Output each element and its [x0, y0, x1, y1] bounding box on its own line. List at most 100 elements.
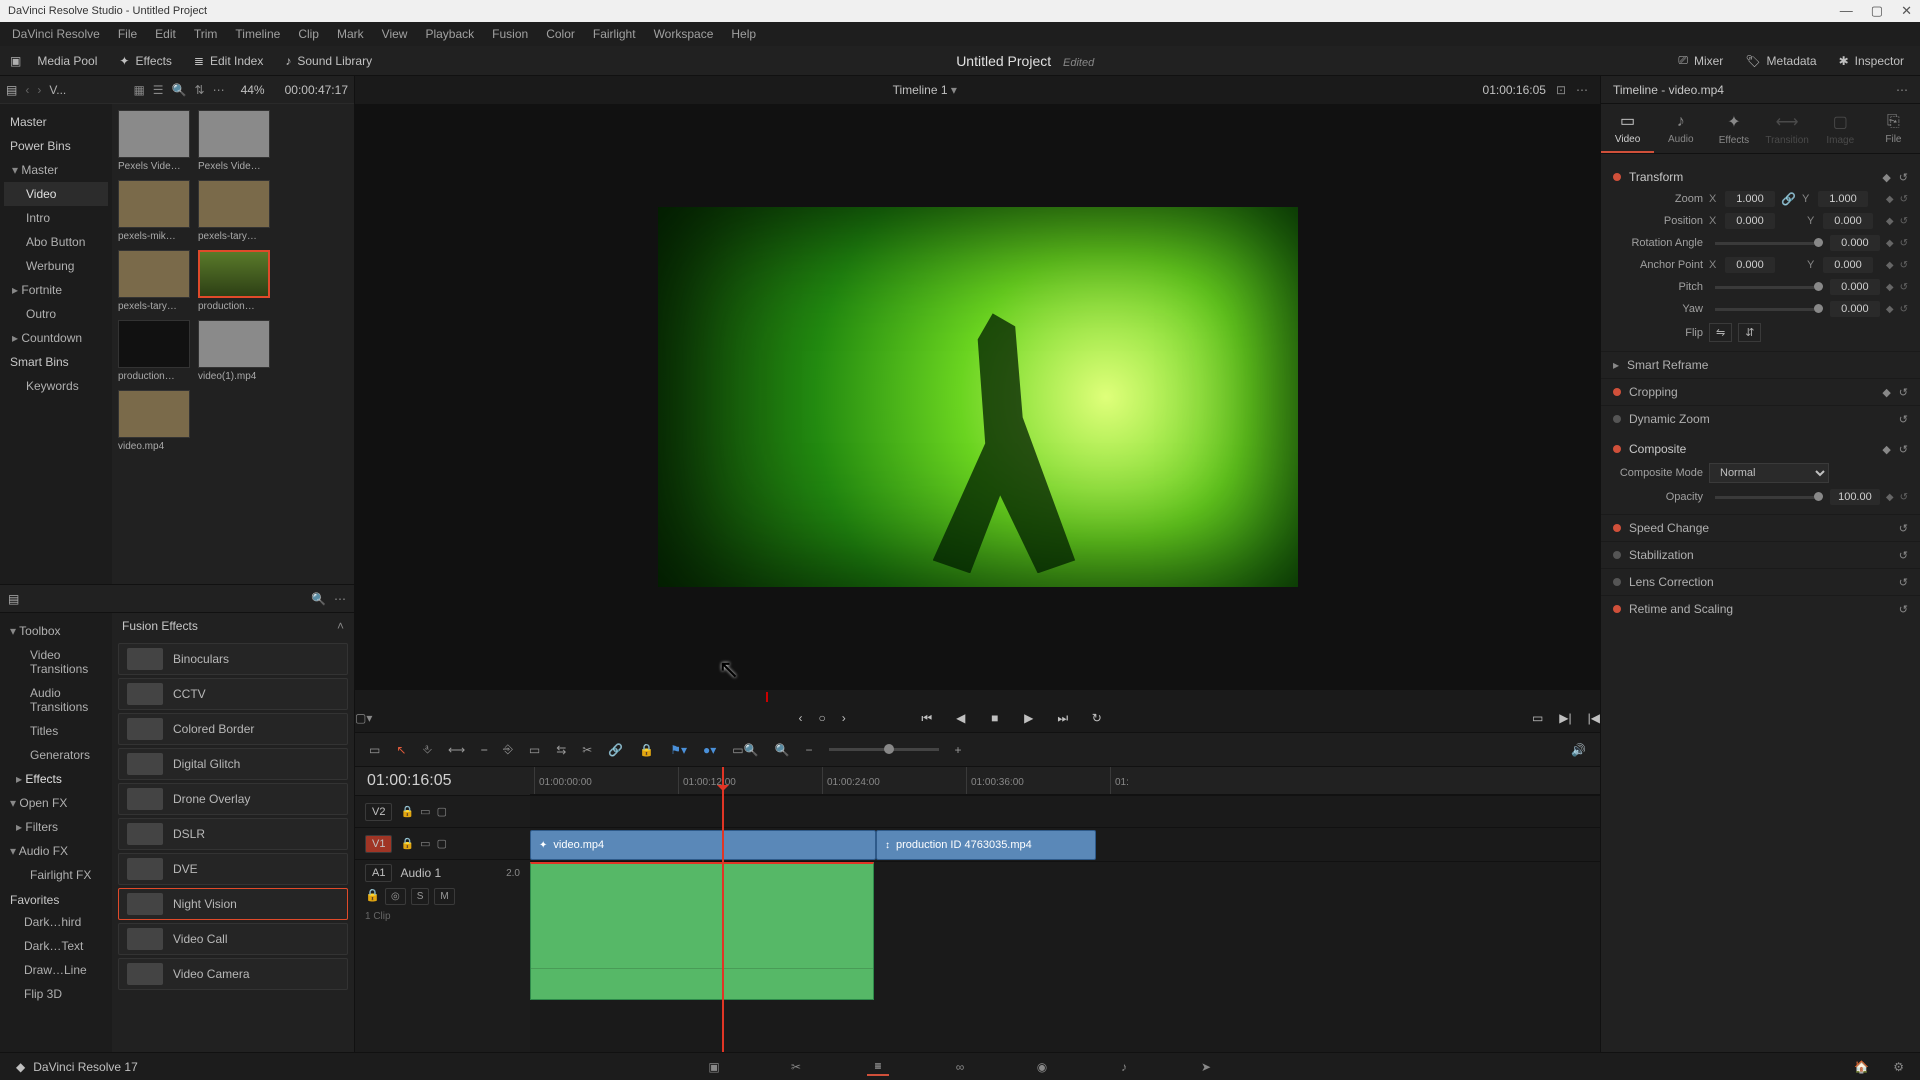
bin-item[interactable]: Outro: [4, 302, 108, 326]
mixer-button[interactable]: ⎚ Mixer: [1672, 50, 1729, 71]
minimize-icon[interactable]: —: [1840, 3, 1853, 19]
clip-thumbnail[interactable]: pexels-tary…: [198, 180, 270, 242]
close-icon[interactable]: ✕: [1901, 3, 1912, 19]
menu-item[interactable]: Fusion: [492, 27, 528, 41]
list-view-icon[interactable]: ☰: [153, 83, 164, 97]
track-a1[interactable]: [530, 861, 1600, 1001]
group-smart-reframe[interactable]: Smart Reframe: [1627, 358, 1708, 372]
thumb-view-icon[interactable]: ▦: [133, 83, 144, 97]
pitch-field[interactable]: 0.000: [1830, 279, 1880, 295]
menu-item[interactable]: File: [118, 27, 137, 41]
page-deliver-icon[interactable]: ➤: [1195, 1058, 1217, 1076]
keyframe-icon[interactable]: ◆: [1886, 304, 1894, 315]
menu-item[interactable]: Trim: [194, 27, 218, 41]
menu-item[interactable]: Fairlight: [593, 27, 636, 41]
search-icon[interactable]: 🔍: [311, 592, 326, 606]
page-media-icon[interactable]: ▣: [703, 1058, 725, 1076]
group-dynamic-zoom[interactable]: Dynamic Zoom: [1629, 412, 1710, 426]
overwrite-clip-icon[interactable]: ▭: [529, 743, 540, 757]
keyframe-icon[interactable]: ◆: [1882, 171, 1890, 184]
flip-h-button[interactable]: ⇋: [1709, 323, 1732, 342]
stop-icon[interactable]: ■: [986, 709, 1004, 727]
bin-view-icon[interactable]: ▤: [6, 83, 17, 97]
effect-item[interactable]: DVE: [118, 853, 348, 885]
edit-index-button[interactable]: ≣ Edit Index: [188, 51, 269, 71]
menu-item[interactable]: Clip: [298, 27, 319, 41]
track-enable-icon[interactable]: ▢: [437, 837, 447, 850]
menu-item[interactable]: View: [382, 27, 408, 41]
pos-y-field[interactable]: 0.000: [1823, 213, 1873, 229]
project-settings-icon[interactable]: ⚙: [1893, 1060, 1904, 1074]
find-icon[interactable]: ▭🔍: [732, 743, 758, 757]
fx-category[interactable]: Titles: [4, 719, 108, 743]
track-header-a1[interactable]: A1 Audio 1 2.0 🔒 ◎ S M 1 Clip: [355, 859, 530, 999]
reset-icon[interactable]: ↺: [1900, 216, 1908, 227]
page-color-icon[interactable]: ◉: [1031, 1058, 1053, 1076]
fx-category[interactable]: Generators: [4, 743, 108, 767]
group-stabilization[interactable]: Stabilization: [1629, 548, 1694, 562]
metadata-button[interactable]: 🏷 Metadata: [1739, 51, 1822, 71]
sort-mode[interactable]: V...: [49, 83, 66, 97]
zoom-fit-icon[interactable]: 🔍: [775, 743, 790, 757]
yaw-slider[interactable]: [1715, 308, 1818, 311]
menu-item[interactable]: Help: [731, 27, 756, 41]
enable-dot-icon[interactable]: [1613, 173, 1621, 181]
solo-button[interactable]: S: [411, 888, 430, 905]
effect-item[interactable]: Video Camera: [118, 958, 348, 990]
reset-icon[interactable]: ↺: [1900, 282, 1908, 293]
track-v2[interactable]: [530, 795, 1600, 827]
keyframe-icon[interactable]: ◆: [1886, 194, 1894, 205]
enable-dot-icon[interactable]: [1613, 524, 1621, 532]
clip-thumbnail[interactable]: production…: [198, 250, 270, 312]
group-retime-scaling[interactable]: Retime and Scaling: [1629, 602, 1733, 616]
zoom-x-field[interactable]: 1.000: [1725, 191, 1775, 207]
anchor-y-field[interactable]: 0.000: [1823, 257, 1873, 273]
enable-dot-icon[interactable]: [1613, 388, 1621, 396]
page-fairlight-icon[interactable]: ♪: [1113, 1058, 1135, 1076]
effect-item[interactable]: DSLR: [118, 818, 348, 850]
loop-icon[interactable]: ↻: [1088, 709, 1106, 727]
bin-item[interactable]: Intro: [4, 206, 108, 230]
viewer-timecode[interactable]: 01:00:16:05: [1483, 83, 1546, 97]
bin-item[interactable]: Abo Button: [4, 230, 108, 254]
audio-meter-icon[interactable]: 🔊: [1571, 743, 1586, 757]
menu-item[interactable]: Mark: [337, 27, 364, 41]
options-icon[interactable]: ⋯: [1576, 83, 1588, 97]
group-composite[interactable]: Composite: [1629, 442, 1686, 456]
rotation-field[interactable]: 0.000: [1830, 235, 1880, 251]
replace-clip-icon[interactable]: ⇆: [556, 743, 566, 757]
bin-item[interactable]: Werbung: [4, 254, 108, 278]
effect-item[interactable]: Binoculars: [118, 643, 348, 675]
auto-select-icon[interactable]: ▭: [420, 837, 430, 850]
clip-thumbnail[interactable]: video.mp4: [118, 390, 190, 452]
timeline-view-icon[interactable]: ▭: [369, 743, 380, 757]
rotation-slider[interactable]: [1715, 242, 1818, 245]
viewer-scrubber[interactable]: [355, 690, 1600, 704]
blade-tool-icon[interactable]: ⎯: [481, 742, 487, 757]
bin-item[interactable]: Keywords: [4, 374, 108, 398]
reset-icon[interactable]: ↺: [1900, 304, 1908, 315]
keyframe-icon[interactable]: ◆: [1886, 260, 1894, 271]
reset-icon[interactable]: ↺: [1899, 171, 1908, 184]
keyframe-icon[interactable]: ◆: [1882, 386, 1890, 399]
group-lens-correction[interactable]: Lens Correction: [1629, 575, 1714, 589]
fx-fairlight[interactable]: Fairlight FX: [4, 863, 108, 887]
menu-item[interactable]: Timeline: [235, 27, 280, 41]
keyframe-icon[interactable]: ◆: [1886, 282, 1894, 293]
enable-dot-icon[interactable]: [1613, 605, 1621, 613]
bin-item[interactable]: Video: [4, 182, 108, 206]
fx-category-effects[interactable]: Effects: [4, 767, 108, 791]
match-frame-icon[interactable]: ▭: [1532, 711, 1543, 725]
track-header-v1[interactable]: V1 🔒▭▢: [355, 827, 530, 859]
marker-icon[interactable]: ●▾: [703, 743, 716, 757]
zoom-in-icon[interactable]: +: [955, 743, 962, 757]
viewer-zoom[interactable]: 44%: [241, 83, 265, 97]
options-icon[interactable]: ⋯: [1896, 83, 1908, 97]
effect-item[interactable]: Video Call: [118, 923, 348, 955]
lock-icon[interactable]: 🔒: [400, 805, 414, 818]
keyframe-icon[interactable]: ◆: [1886, 492, 1894, 503]
viewer-mode-icon[interactable]: ⊡: [1556, 83, 1566, 97]
timeline-ruler[interactable]: 01:00:00:00 01:00:12:00 01:00:24:00 01:0…: [530, 767, 1600, 795]
pitch-slider[interactable]: [1715, 286, 1818, 289]
page-fusion-icon[interactable]: ∞: [949, 1058, 971, 1076]
